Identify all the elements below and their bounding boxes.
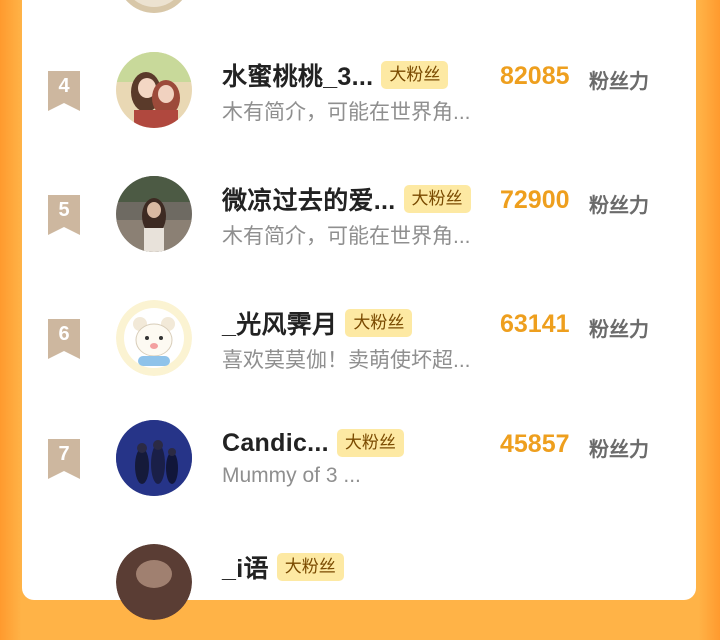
score-unit: 粉丝力	[589, 195, 649, 217]
rank-number: 4	[58, 75, 70, 97]
previous-fan-avatar[interactable]	[116, 0, 192, 14]
fan-row[interactable]: 6 _光风霁月 大粉丝 喜欢莫莫伽！卖萌使坏超... 63141 粉丝力	[22, 300, 696, 396]
avatar[interactable]	[116, 300, 192, 376]
score-unit: 粉丝力	[589, 71, 649, 93]
rank-ribbon: 5	[48, 195, 80, 235]
avatar[interactable]	[116, 544, 192, 620]
rank-ribbon: 7	[48, 439, 80, 479]
name-line: _光风霁月 大粉丝	[222, 305, 413, 341]
rank-number: 7	[58, 443, 70, 465]
avatar[interactable]	[116, 176, 192, 252]
fan-name[interactable]: _i语	[222, 549, 269, 585]
fan-name[interactable]: 水蜜桃桃_3...	[222, 57, 373, 93]
fan-badge: 大粉丝	[336, 429, 404, 457]
fan-score: 72900	[500, 186, 570, 214]
fan-score: 45857	[500, 430, 570, 458]
rank-ribbon: 4	[48, 71, 80, 111]
score-unit: 粉丝力	[589, 439, 649, 461]
fan-badge: 大粉丝	[345, 309, 413, 337]
fan-bio: 木有简介，可能在世界角...	[222, 225, 471, 248]
fan-badge: 大粉丝	[276, 553, 344, 581]
fan-row[interactable]: 5 微凉过去的爱... 大粉丝 木有简介，可能在世界角... 72900 粉丝力	[22, 176, 696, 272]
rank-ribbon: 6	[48, 319, 80, 359]
fan-bio: Mummy of 3 ...	[222, 464, 361, 487]
fan-bio: 喜欢莫莫伽！卖萌使坏超...	[222, 349, 471, 372]
fan-row[interactable]: 4 水蜜桃桃_3... 大粉丝 木有简介，可能在世界角... 82085 粉丝力	[22, 52, 696, 148]
fan-name[interactable]: _光风霁月	[222, 305, 337, 341]
fan-bio: 木有简介，可能在世界角...	[222, 101, 471, 124]
rank-number: 5	[58, 199, 70, 221]
name-line: _i语 大粉丝	[222, 550, 344, 584]
fan-row[interactable]: 7 Candic... 大粉丝 Mummy of 3 ... 45857 粉丝力	[22, 420, 696, 516]
fan-badge: 大粉丝	[381, 61, 449, 89]
avatar[interactable]	[116, 420, 192, 496]
fan-score: 63141	[500, 310, 570, 338]
fan-ranking-panel: 4 水蜜桃桃_3... 大粉丝 木有简介，可能在世界角... 82085 粉丝力…	[22, 0, 696, 620]
avatar[interactable]	[116, 52, 192, 128]
fan-name[interactable]: Candic...	[222, 429, 329, 458]
name-line: 微凉过去的爱... 大粉丝	[222, 182, 471, 216]
fan-badge: 大粉丝	[403, 185, 471, 213]
rank-number: 6	[58, 323, 70, 345]
name-line: 水蜜桃桃_3... 大粉丝	[222, 57, 449, 93]
score-unit: 粉丝力	[589, 319, 649, 341]
fan-name[interactable]: 微凉过去的爱...	[222, 181, 396, 217]
fan-row[interactable]: _i语 大粉丝	[22, 544, 696, 640]
fan-score: 82085	[500, 62, 570, 90]
name-line: Candic... 大粉丝	[222, 426, 404, 460]
